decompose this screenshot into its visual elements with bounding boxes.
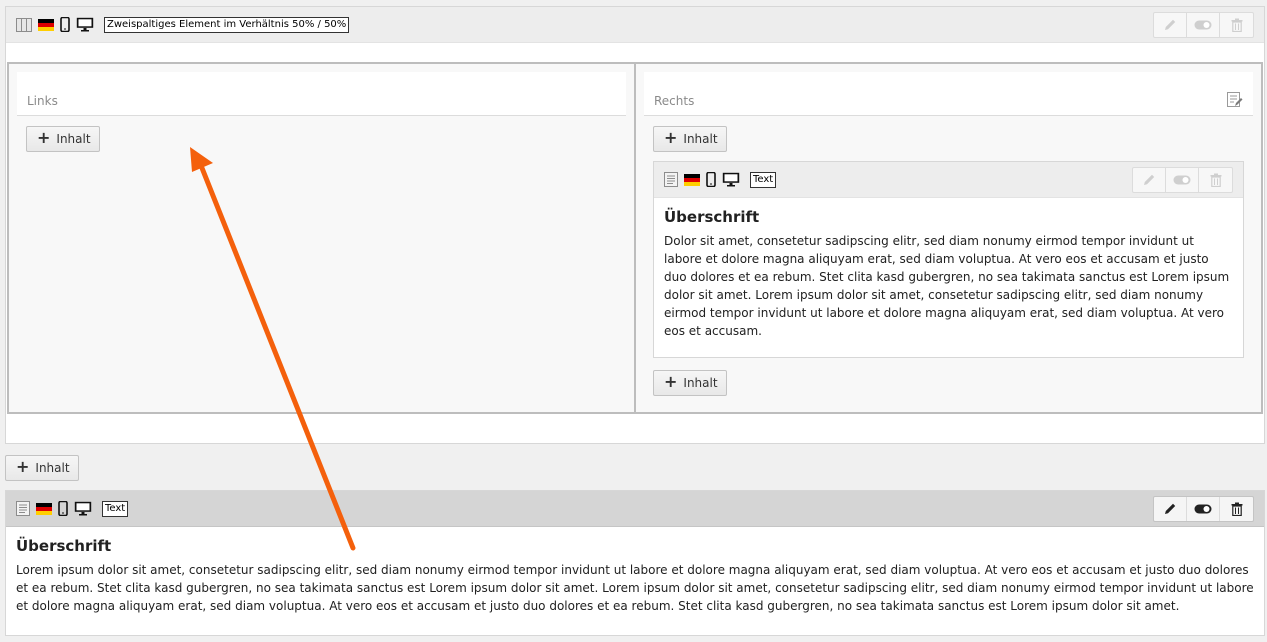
column-edit-icon[interactable] <box>1227 92 1243 108</box>
toggle-visibility-button[interactable] <box>1187 497 1220 521</box>
inner-action-buttons <box>1132 167 1233 193</box>
german-flag-icon <box>36 502 52 515</box>
inner-text-content: Überschrift Dolor sit amet, consetetur s… <box>654 198 1243 350</box>
mobile-device-icon <box>58 501 68 516</box>
column-right-label: Rechts <box>654 94 695 108</box>
trash-icon <box>1231 18 1242 32</box>
toggle-icon <box>1173 175 1191 185</box>
delete-button[interactable] <box>1220 497 1253 521</box>
text-element-icon <box>16 501 30 516</box>
plus-icon: + <box>16 457 30 476</box>
delete-button[interactable] <box>1199 168 1232 192</box>
add-content-button-right-top[interactable]: + Inhalt <box>653 126 727 152</box>
column-right-header: Rechts <box>644 72 1253 116</box>
plus-icon: + <box>664 372 678 391</box>
edit-button[interactable] <box>1154 497 1187 521</box>
desktop-device-icon <box>722 172 740 187</box>
mobile-device-icon <box>706 172 716 187</box>
toggle-visibility-button[interactable] <box>1187 13 1220 37</box>
desktop-device-icon <box>76 17 94 32</box>
add-content-label: Inhalt <box>683 376 718 390</box>
german-flag-icon <box>38 18 54 31</box>
outer-text-element: Text Überschrift Lorem ipsum dolor sit a… <box>5 490 1265 636</box>
text-element-icon <box>664 172 678 187</box>
outer-body-text: Lorem ipsum dolor sit amet, consetetur s… <box>16 563 1254 613</box>
add-content-label: Inhalt <box>683 132 718 146</box>
outer-text-content: Überschrift Lorem ipsum dolor sit amet, … <box>6 527 1264 625</box>
column-left-header: Links <box>17 72 626 116</box>
add-content-button-page[interactable]: + Inhalt <box>5 455 79 481</box>
inner-heading: Überschrift <box>664 208 760 226</box>
inner-body-text: Dolor sit amet, consetetur sadipscing el… <box>664 234 1230 338</box>
edit-button[interactable] <box>1133 168 1166 192</box>
column-grid: Links + Inhalt Rechts + Inhalt Text Über… <box>7 62 1263 414</box>
column-left: Links + Inhalt <box>9 64 636 412</box>
container-action-buttons <box>1153 12 1254 38</box>
two-column-grid-icon <box>16 17 32 32</box>
element-type-label: Text <box>102 500 129 517</box>
pencil-icon <box>1165 503 1176 514</box>
outer-text-header: Text <box>6 491 1264 527</box>
add-content-label: Inhalt <box>35 461 70 475</box>
edit-button[interactable] <box>1154 13 1187 37</box>
inner-text-element: Text Überschrift Dolor sit amet, consete… <box>653 161 1244 358</box>
toggle-visibility-button[interactable] <box>1166 168 1199 192</box>
element-type-label: Text <box>750 171 777 188</box>
toggle-icon <box>1194 20 1212 30</box>
delete-button[interactable] <box>1220 13 1253 37</box>
outer-heading: Überschrift <box>16 537 112 555</box>
add-content-button-right-bottom[interactable]: + Inhalt <box>653 370 727 396</box>
column-left-label: Links <box>27 94 58 108</box>
add-content-button-left[interactable]: + Inhalt <box>26 126 100 152</box>
plus-icon: + <box>37 128 51 147</box>
german-flag-icon <box>684 173 700 186</box>
column-right: Rechts + Inhalt Text Überschrift Dolor s… <box>636 64 1261 412</box>
pencil-icon <box>1165 19 1176 30</box>
inner-text-header: Text <box>654 162 1243 198</box>
plus-icon: + <box>664 128 678 147</box>
desktop-device-icon <box>74 501 92 516</box>
toggle-icon <box>1194 504 1212 514</box>
trash-icon <box>1210 173 1221 187</box>
add-content-label: Inhalt <box>56 132 91 146</box>
mobile-device-icon <box>60 17 70 32</box>
trash-icon <box>1231 502 1242 516</box>
outer-action-buttons <box>1153 496 1254 522</box>
pencil-icon <box>1144 174 1155 185</box>
container-header: Zweispaltiges Element im Verhältnis 50% … <box>6 7 1264 43</box>
element-type-label: Zweispaltiges Element im Verhältnis 50% … <box>104 16 350 33</box>
